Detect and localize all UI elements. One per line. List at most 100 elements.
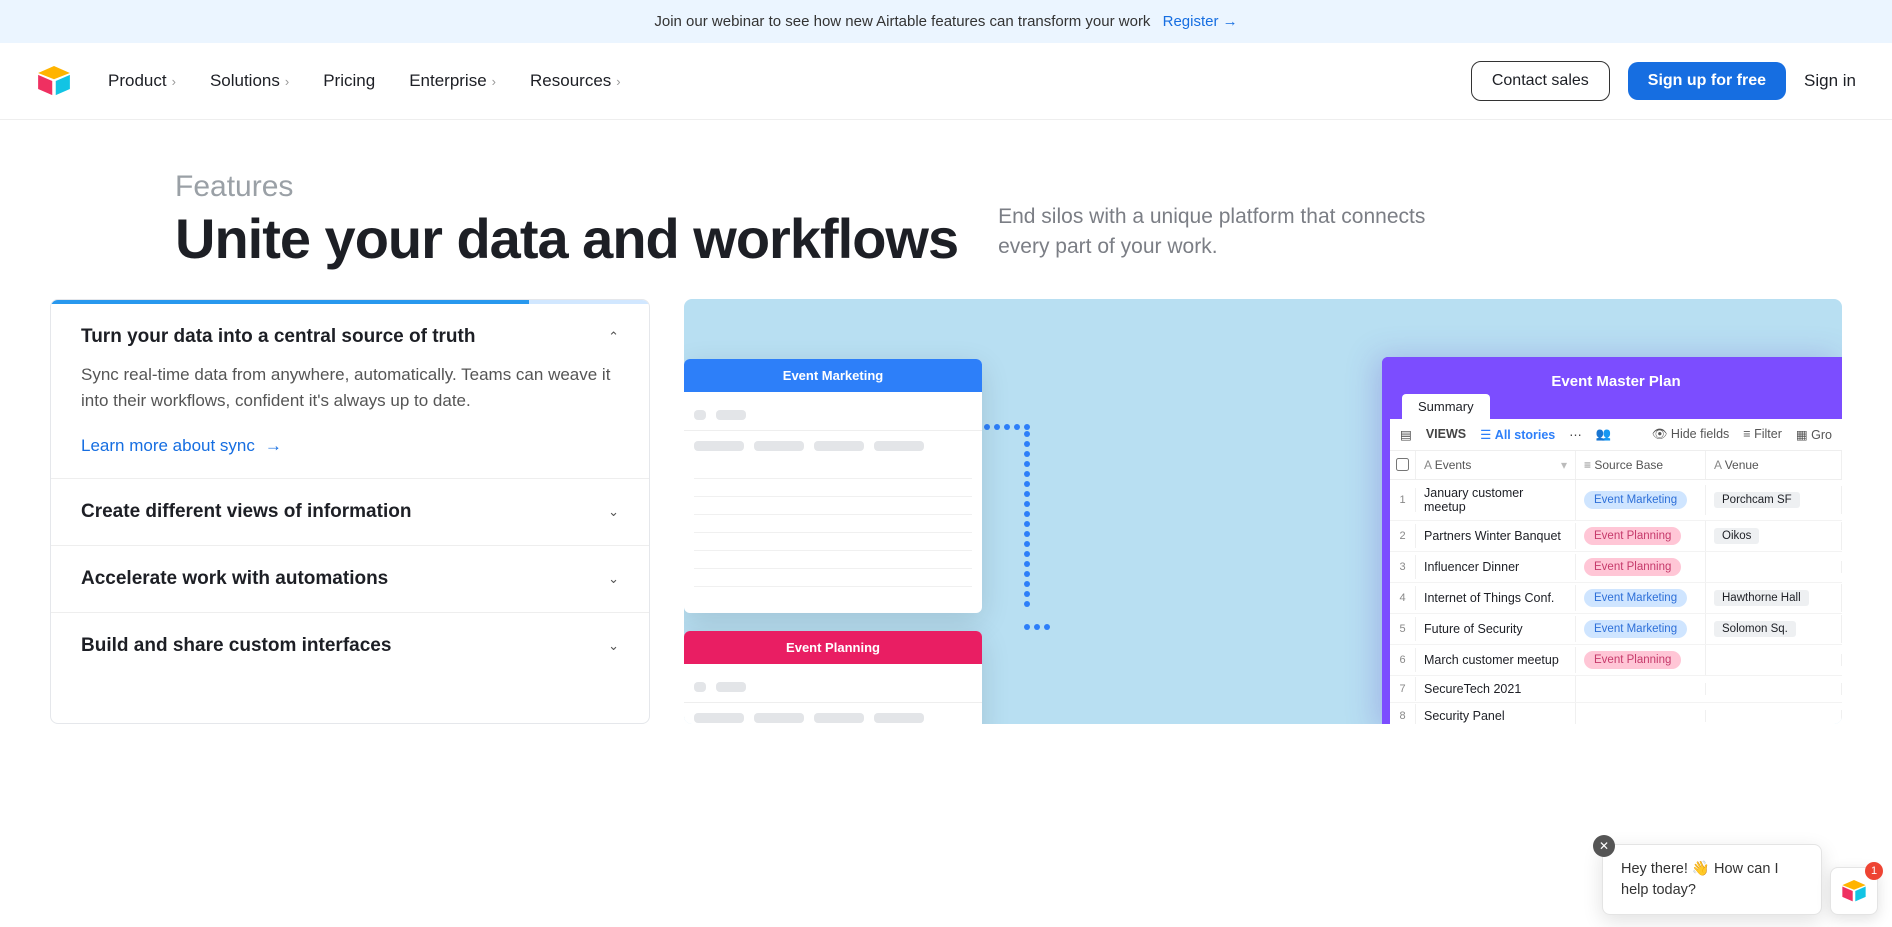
sidebar-toggle-icon[interactable]: ▤ bbox=[1400, 427, 1412, 442]
table-row[interactable]: 4Internet of Things Conf.Event Marketing… bbox=[1390, 583, 1842, 614]
accordion-item-4[interactable]: Build and share custom interfaces⌄ bbox=[51, 613, 649, 679]
placeholder-rows bbox=[684, 392, 982, 613]
cell-source: Event Marketing bbox=[1576, 485, 1706, 515]
contact-sales-button[interactable]: Contact sales bbox=[1471, 61, 1610, 101]
cell-event: Security Panel bbox=[1416, 703, 1576, 724]
table-row[interactable]: 7SecureTech 2021 bbox=[1390, 676, 1842, 703]
table-row[interactable]: 5Future of SecurityEvent MarketingSolomo… bbox=[1390, 614, 1842, 645]
chevron-right-icon: › bbox=[285, 74, 289, 89]
cell-event: Partners Winter Banquet bbox=[1416, 523, 1576, 549]
nav-enterprise[interactable]: Enterprise› bbox=[409, 71, 496, 91]
accordion-item-2[interactable]: Create different views of information⌄ bbox=[51, 479, 649, 546]
cell-event: Internet of Things Conf. bbox=[1416, 585, 1576, 611]
col-source: ≡ Source Base bbox=[1576, 451, 1706, 479]
chevron-right-icon: › bbox=[172, 74, 176, 89]
learn-more-sync-link[interactable]: Learn more about sync → bbox=[81, 436, 282, 456]
cell-venue bbox=[1706, 710, 1842, 722]
airtable-logo[interactable] bbox=[36, 66, 72, 96]
main-navbar: Product› Solutions› Pricing Enterprise› … bbox=[0, 43, 1892, 120]
table-row[interactable]: 6March customer meetupEvent Planning bbox=[1390, 645, 1842, 676]
table-row[interactable]: 3Influencer DinnerEvent Planning bbox=[1390, 552, 1842, 583]
cell-source: Event Planning bbox=[1576, 552, 1706, 582]
row-index: 4 bbox=[1390, 586, 1416, 610]
preview-panel: Event Marketing Event Planning bbox=[684, 299, 1842, 724]
accordion-item-1[interactable]: Turn your data into a central source of … bbox=[51, 304, 649, 480]
view-all-stories[interactable]: All stories bbox=[1495, 428, 1555, 442]
cell-venue bbox=[1706, 561, 1842, 573]
signin-link[interactable]: Sign in bbox=[1804, 71, 1856, 91]
hero-subtitle: End silos with a unique platform that co… bbox=[998, 170, 1478, 263]
banner-register-link[interactable]: Register → bbox=[1163, 13, 1238, 30]
chevron-down-icon: ⌄ bbox=[608, 504, 619, 520]
connector-dots bbox=[1022, 429, 1032, 609]
cell-source: Event Marketing bbox=[1576, 583, 1706, 613]
more-icon[interactable]: ⋯ bbox=[1569, 427, 1582, 442]
arrow-right-icon: → bbox=[265, 436, 282, 456]
table-row[interactable]: 8Security Panel bbox=[1390, 703, 1842, 724]
table-toolbar: ▤ VIEWS ☰ All stories ⋯ 👥 👁 Hide fields … bbox=[1390, 419, 1842, 451]
chat-widget-button[interactable]: 1 bbox=[1830, 867, 1878, 915]
row-index: 8 bbox=[1390, 704, 1416, 724]
feature-accordion: Turn your data into a central source of … bbox=[50, 299, 650, 724]
connector-dots bbox=[1022, 619, 1052, 637]
table-header-row: A Events ▾ ≡ Source Base A Venue bbox=[1390, 451, 1842, 480]
nav-solutions[interactable]: Solutions› bbox=[210, 71, 289, 91]
people-icon[interactable]: 👥 bbox=[1596, 427, 1612, 442]
chevron-down-icon[interactable]: ▾ bbox=[1561, 458, 1567, 472]
cell-source: Event Planning bbox=[1576, 521, 1706, 551]
banner-text: Join our webinar to see how new Airtable… bbox=[654, 13, 1150, 30]
signup-button[interactable]: Sign up for free bbox=[1628, 62, 1786, 100]
group-button[interactable]: ▦ Gro bbox=[1796, 427, 1832, 442]
hero-title: Unite your data and workflows bbox=[175, 210, 958, 269]
cell-event: March customer meetup bbox=[1416, 647, 1576, 673]
big-window-title: Event Master Plan bbox=[1390, 365, 1842, 394]
chevron-down-icon: ⌄ bbox=[608, 571, 619, 587]
nav-resources[interactable]: Resources› bbox=[530, 71, 621, 91]
filter-button[interactable]: ≡ Filter bbox=[1743, 427, 1782, 442]
cell-source bbox=[1576, 710, 1706, 722]
row-index: 1 bbox=[1390, 488, 1416, 512]
cell-source: Event Planning bbox=[1576, 645, 1706, 675]
nav-pricing[interactable]: Pricing bbox=[323, 71, 375, 91]
row-index: 2 bbox=[1390, 524, 1416, 548]
accordion-item-3[interactable]: Accelerate work with automations ⌄ bbox=[51, 546, 649, 613]
row-index: 7 bbox=[1390, 677, 1416, 701]
tab-summary[interactable]: Summary bbox=[1402, 394, 1490, 419]
row-index: 6 bbox=[1390, 648, 1416, 672]
views-label: VIEWS bbox=[1426, 427, 1466, 441]
row-index: 3 bbox=[1390, 555, 1416, 579]
hero-eyebrow: Features bbox=[175, 170, 958, 204]
cell-venue: Oikos bbox=[1706, 522, 1842, 550]
accordion-body: Sync real-time data from anywhere, autom… bbox=[81, 362, 619, 415]
cell-venue: Solomon Sq. bbox=[1706, 615, 1842, 643]
cell-venue bbox=[1706, 654, 1842, 666]
mini-window-title: Event Marketing bbox=[684, 359, 982, 392]
cell-venue: Porchcam SF bbox=[1706, 486, 1842, 514]
placeholder-rows bbox=[684, 664, 982, 724]
cell-source bbox=[1576, 683, 1706, 695]
master-plan-window: Event Master Plan Summary ▤ VIEWS ☰ All … bbox=[1382, 357, 1842, 724]
cell-event: January customer meetup bbox=[1416, 480, 1576, 520]
mini-window-marketing: Event Marketing bbox=[684, 359, 982, 613]
hide-fields-button[interactable]: 👁 Hide fields bbox=[1652, 427, 1730, 442]
hero-section: Features Unite your data and workflows E… bbox=[0, 120, 1892, 299]
cell-event: SecureTech 2021 bbox=[1416, 676, 1576, 702]
accordion-title: Build and share custom interfaces bbox=[81, 635, 391, 657]
cell-event: Influencer Dinner bbox=[1416, 554, 1576, 580]
table-row[interactable]: 2Partners Winter BanquetEvent PlanningOi… bbox=[1390, 521, 1842, 552]
select-all-checkbox[interactable] bbox=[1396, 458, 1409, 471]
chevron-right-icon: › bbox=[492, 74, 496, 89]
nav-product[interactable]: Product› bbox=[108, 71, 176, 91]
nav-right: Contact sales Sign up for free Sign in bbox=[1471, 61, 1856, 101]
announcement-banner: Join our webinar to see how new Airtable… bbox=[0, 0, 1892, 43]
accordion-title: Accelerate work with automations bbox=[81, 568, 388, 590]
chat-bubble: ✕ Hey there! 👋 How can I help today? bbox=[1602, 844, 1822, 915]
accordion-title: Turn your data into a central source of … bbox=[81, 326, 475, 348]
col-venue: A Venue bbox=[1706, 451, 1842, 479]
cell-venue: Hawthorne Hall bbox=[1706, 584, 1842, 612]
table-row[interactable]: 1January customer meetupEvent MarketingP… bbox=[1390, 480, 1842, 521]
close-icon[interactable]: ✕ bbox=[1593, 835, 1615, 857]
chat-badge: 1 bbox=[1865, 862, 1883, 880]
nav-links: Product› Solutions› Pricing Enterprise› … bbox=[108, 71, 1471, 91]
chat-text: Hey there! 👋 How can I help today? bbox=[1621, 861, 1779, 897]
